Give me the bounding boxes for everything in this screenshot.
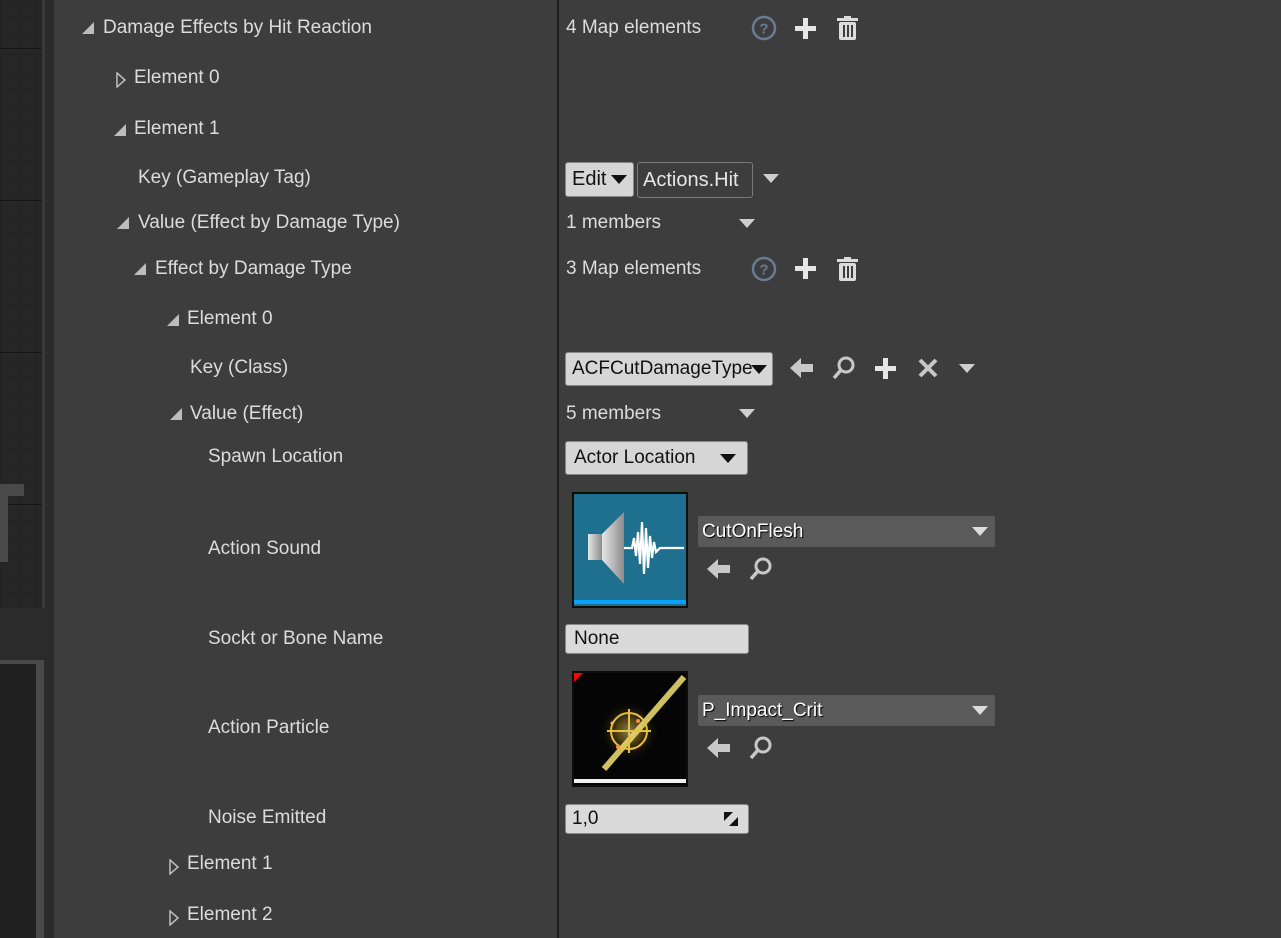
edit-tag-button[interactable]: Edit bbox=[565, 162, 634, 197]
search-icon[interactable] bbox=[749, 557, 773, 581]
arrow-left-icon[interactable] bbox=[707, 558, 731, 580]
action-sound-label: Action Sound bbox=[208, 538, 322, 559]
damage-effects-label: Damage Effects by Hit Reaction bbox=[103, 17, 372, 38]
expanded-arrow-icon[interactable] bbox=[166, 313, 180, 327]
inner-element-0-label[interactable]: Element 0 bbox=[187, 307, 273, 331]
chevron-down-icon bbox=[972, 527, 988, 536]
sound-asset-value: CutOnFlesh bbox=[702, 520, 804, 542]
particle-asset-value: P_Impact_Crit bbox=[702, 699, 823, 721]
gameplay-tag-value[interactable]: Actions.Hit bbox=[637, 162, 753, 198]
effect-by-damage-type-label: Effect by Damage Type bbox=[155, 258, 352, 279]
members-count: 5 members bbox=[566, 403, 662, 424]
members-count: 1 members bbox=[566, 212, 662, 233]
map-elements-count: 3 Map elements bbox=[566, 258, 702, 279]
collapsed-arrow-icon[interactable] bbox=[169, 910, 179, 926]
svg-text:?: ? bbox=[759, 21, 768, 38]
element-0-label[interactable]: Element 0 bbox=[134, 66, 220, 90]
noise-emitted-label: Noise Emitted bbox=[208, 807, 327, 828]
arrow-left-icon[interactable] bbox=[790, 357, 814, 379]
chevron-down-icon bbox=[720, 454, 736, 463]
element-1-label[interactable]: Element 1 bbox=[134, 117, 220, 141]
chevron-down-icon bbox=[611, 175, 627, 184]
help-icon[interactable]: ? bbox=[751, 15, 777, 41]
noise-emitted-value: 1,0 bbox=[572, 808, 599, 829]
search-icon[interactable] bbox=[749, 736, 773, 760]
arrow-left-icon[interactable] bbox=[707, 737, 731, 759]
action-particle-label: Action Particle bbox=[208, 717, 330, 738]
speaker-waveform-icon bbox=[574, 512, 686, 604]
key-gameplay-tag-label: Key (Gameplay Tag) bbox=[138, 167, 311, 188]
chevron-down-icon[interactable] bbox=[739, 409, 755, 419]
key-class-label: Key (Class) bbox=[190, 357, 289, 378]
chevron-down-icon bbox=[972, 706, 988, 715]
damage-type-class-combo[interactable]: ACFCutDamageType bbox=[565, 352, 773, 386]
value-effect-by-damage-type-label: Value (Effect by Damage Type) bbox=[138, 212, 400, 233]
socket-bone-label: Sockt or Bone Name bbox=[208, 628, 384, 649]
chevron-down-icon bbox=[751, 365, 767, 374]
collapsed-arrow-icon[interactable] bbox=[116, 72, 126, 88]
particle-asset-combo[interactable]: P_Impact_Crit bbox=[698, 695, 995, 726]
map-elements-count: 4 Map elements bbox=[566, 17, 702, 38]
chevron-down-icon[interactable] bbox=[763, 174, 779, 184]
particle-thumbnail[interactable] bbox=[572, 671, 688, 787]
spawn-location-combo[interactable]: Actor Location bbox=[565, 441, 748, 475]
chevron-down-icon[interactable] bbox=[739, 219, 755, 229]
sound-thumbnail[interactable] bbox=[572, 492, 688, 608]
drag-resize-icon[interactable] bbox=[724, 812, 738, 826]
expanded-arrow-icon[interactable] bbox=[133, 262, 147, 276]
value-effect-label: Value (Effect) bbox=[190, 403, 304, 424]
collapsed-arrow-icon[interactable] bbox=[169, 859, 179, 875]
left-panel bbox=[0, 0, 54, 938]
svg-text:?: ? bbox=[759, 262, 768, 279]
expanded-arrow-icon[interactable] bbox=[169, 407, 183, 421]
add-icon[interactable] bbox=[795, 18, 816, 39]
expanded-arrow-icon[interactable] bbox=[81, 21, 95, 35]
chevron-down-icon[interactable] bbox=[959, 364, 975, 374]
add-icon[interactable] bbox=[795, 258, 816, 279]
edit-tag-label: Edit bbox=[572, 168, 607, 190]
socket-bone-input[interactable]: None bbox=[565, 624, 749, 654]
help-icon[interactable]: ? bbox=[751, 256, 777, 282]
close-icon[interactable] bbox=[918, 358, 938, 378]
inner-element-2-label[interactable]: Element 2 bbox=[187, 903, 273, 927]
sound-asset-combo[interactable]: CutOnFlesh bbox=[698, 516, 995, 547]
expanded-arrow-icon[interactable] bbox=[113, 123, 127, 137]
column-splitter[interactable] bbox=[557, 0, 559, 938]
noise-emitted-spinbox[interactable]: 1,0 bbox=[565, 804, 749, 834]
inner-element-1-label[interactable]: Element 1 bbox=[187, 852, 273, 876]
spawn-location-value: Actor Location bbox=[574, 447, 696, 468]
add-icon[interactable] bbox=[875, 358, 896, 379]
expanded-arrow-icon[interactable] bbox=[116, 216, 130, 230]
trash-icon[interactable] bbox=[837, 257, 858, 281]
damage-type-class-value: ACFCutDamageType bbox=[572, 358, 753, 379]
spawn-location-label: Spawn Location bbox=[208, 446, 344, 467]
particle-effect-icon bbox=[574, 673, 687, 783]
trash-icon[interactable] bbox=[837, 16, 858, 40]
search-icon[interactable] bbox=[832, 356, 856, 380]
